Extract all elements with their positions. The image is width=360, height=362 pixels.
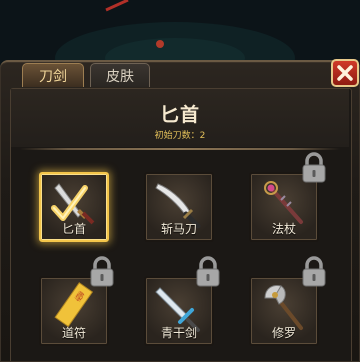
tab-sword-label: 刀剑	[39, 68, 67, 85]
tab-sword[interactable]: 刀剑	[22, 63, 84, 87]
item-label: 法杖	[271, 222, 296, 236]
close-icon	[337, 65, 353, 81]
item-slot-machete[interactable]: 斩马刀	[144, 172, 214, 242]
tab-skin-label: 皮肤	[106, 68, 134, 85]
item-label: 匕首	[61, 222, 86, 236]
lock-icon	[302, 256, 326, 287]
lock-icon	[302, 152, 326, 183]
tab-skin[interactable]: 皮肤	[90, 63, 150, 87]
item-label: 修罗	[271, 326, 296, 340]
lock-icon	[196, 256, 220, 287]
item-label: 斩马刀	[160, 222, 197, 236]
item-subtitle: 初始刀数：2	[154, 131, 206, 141]
item-label: 青干剑	[160, 326, 197, 340]
lock-icon	[90, 256, 114, 287]
item-slot-dagger[interactable]: 匕首	[39, 172, 109, 242]
item-title: 匕首	[159, 104, 200, 126]
divider	[20, 148, 340, 150]
game-background	[0, 0, 360, 62]
item-label: 道符	[61, 326, 86, 340]
close-button[interactable]	[331, 59, 359, 87]
